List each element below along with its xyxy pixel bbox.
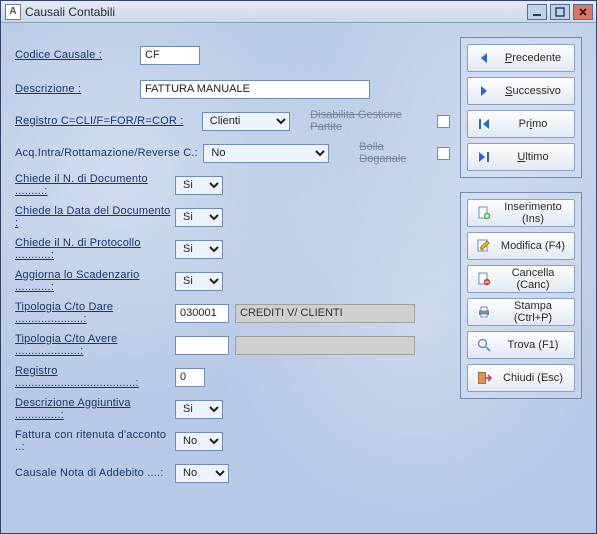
ultimo-label: Ultimo: [500, 151, 566, 163]
combo-acq-intra[interactable]: No: [203, 144, 329, 163]
modifica-button[interactable]: Modifica (F4): [467, 232, 575, 260]
checkbox-bolla-doganale[interactable]: [437, 147, 450, 160]
input-codice-causale[interactable]: [140, 46, 200, 65]
maximize-button[interactable]: [550, 4, 570, 20]
row-codice-causale: Codice Causale :: [15, 37, 450, 73]
search-icon: [476, 337, 492, 353]
precedente-label: Precedente: [500, 52, 566, 64]
minimize-button[interactable]: [527, 4, 547, 20]
successivo-label: Successivo: [500, 85, 566, 97]
label-chiede-data[interactable]: Chiede la Data del Documento :: [15, 205, 175, 229]
new-doc-icon: [476, 205, 492, 221]
cancella-label: Cancella (Canc): [500, 267, 566, 291]
row-aggiorna-scad: Aggiorna lo Scadenzario ...........: Si: [15, 265, 450, 297]
row-acq-intra: Acq.Intra/Rottamazione/Reverse C.: No Bo…: [15, 137, 450, 169]
combo-registro-tipo[interactable]: Clienti: [202, 112, 290, 131]
window: A Causali Contabili Codice Causale : Des…: [0, 0, 597, 534]
inserimento-label: Inserimento (Ins): [500, 201, 566, 225]
label-disabilita-gestione: Disabilita Gestione Partite: [310, 109, 431, 133]
modifica-label: Modifica (F4): [500, 240, 566, 252]
delete-icon: [476, 271, 492, 287]
label-causale-nota: Causale Nota di Addebito ....:: [15, 467, 175, 479]
action-group: Inserimento (Ins) Modifica (F4) Cancella…: [460, 192, 582, 399]
row-registro-tipo: Registro C=CLI/F=FOR/R=COR : Clienti Dis…: [15, 105, 450, 137]
triangle-left-icon: [476, 50, 492, 66]
row-tip-dare: Tipologia C/to Dare ....................…: [15, 297, 450, 329]
label-descr-agg[interactable]: Descrizione Aggiuntiva ..............:: [15, 397, 175, 421]
label-tip-avere[interactable]: Tipologia C/to Avere ...................…: [15, 333, 175, 357]
combo-aggiorna-scad[interactable]: Si: [175, 272, 223, 291]
input-tip-avere[interactable]: [175, 336, 229, 355]
combo-fatt-ritenuta[interactable]: No: [175, 432, 223, 451]
row-chiede-nprot: Chiede il N. di Protocollo ...........: …: [15, 233, 450, 265]
label-registro-tipo[interactable]: Registro C=CLI/F=FOR/R=COR :: [15, 115, 202, 127]
titlebar: A Causali Contabili: [1, 1, 596, 23]
triangle-right-icon: [476, 83, 492, 99]
last-icon: [476, 149, 492, 165]
edit-icon: [476, 238, 492, 254]
minimize-icon: [532, 7, 542, 17]
trova-label: Trova (F1): [500, 339, 566, 351]
readout-tip-dare: CREDITI V/ CLIENTI: [235, 304, 415, 323]
label-tip-dare[interactable]: Tipologia C/to Dare ....................…: [15, 301, 175, 325]
window-title: Causali Contabili: [25, 5, 524, 19]
label-descrizione[interactable]: Descrizione :: [15, 83, 140, 95]
label-chiede-nprot[interactable]: Chiede il N. di Protocollo ...........:: [15, 237, 175, 261]
stampa-label: Stampa (Ctrl+P): [500, 300, 566, 324]
inserimento-button[interactable]: Inserimento (Ins): [467, 199, 575, 227]
label-aggiorna-scad[interactable]: Aggiorna lo Scadenzario ...........:: [15, 269, 175, 293]
stampa-button[interactable]: Stampa (Ctrl+P): [467, 298, 575, 326]
primo-label: Primo: [500, 118, 566, 130]
combo-descr-agg[interactable]: Si: [175, 400, 223, 419]
row-fatt-ritenuta: Fattura con ritenuta d'acconto ..: No: [15, 425, 450, 457]
row-descrizione: Descrizione :: [15, 73, 450, 105]
combo-causale-nota[interactable]: No: [175, 464, 229, 483]
row-registro: Registro ...............................…: [15, 361, 450, 393]
checkbox-disabilita-gestione[interactable]: [437, 115, 450, 128]
precedente-button[interactable]: Precedente: [467, 44, 575, 72]
close-icon: [578, 7, 588, 17]
row-tip-avere: Tipologia C/to Avere ...................…: [15, 329, 450, 361]
print-icon: [476, 304, 492, 320]
row-chiede-ndoc: Chiede il N. di Documento .........: Si: [15, 169, 450, 201]
trova-button[interactable]: Trova (F1): [467, 331, 575, 359]
close-button[interactable]: [573, 4, 593, 20]
form-area: Codice Causale : Descrizione : Registro …: [15, 37, 450, 519]
combo-chiede-data[interactable]: Si: [175, 208, 223, 227]
maximize-icon: [555, 7, 565, 17]
row-descr-agg: Descrizione Aggiuntiva ..............: S…: [15, 393, 450, 425]
label-acq-intra: Acq.Intra/Rottamazione/Reverse C.:: [15, 147, 203, 159]
cancella-button[interactable]: Cancella (Canc): [467, 265, 575, 293]
combo-chiede-ndoc[interactable]: Si: [175, 176, 223, 195]
exit-icon: [476, 370, 492, 386]
label-chiede-ndoc[interactable]: Chiede il N. di Documento .........:: [15, 173, 175, 197]
primo-button[interactable]: Primo: [467, 110, 575, 138]
input-tip-dare[interactable]: [175, 304, 229, 323]
row-causale-nota: Causale Nota di Addebito ....: No: [15, 457, 450, 489]
combo-chiede-nprot[interactable]: Si: [175, 240, 223, 259]
label-bolla-doganale: Bolla Doganale: [359, 141, 431, 165]
first-icon: [476, 116, 492, 132]
client-area: Codice Causale : Descrizione : Registro …: [1, 23, 596, 533]
sidebar: Precedente Successivo Primo Ultimo: [460, 37, 582, 519]
input-registro[interactable]: [175, 368, 205, 387]
chiudi-button[interactable]: Chiudi (Esc): [467, 364, 575, 392]
label-fatt-ritenuta: Fattura con ritenuta d'acconto ..:: [15, 429, 175, 453]
ultimo-button[interactable]: Ultimo: [467, 143, 575, 171]
label-codice-causale[interactable]: Codice Causale :: [15, 49, 140, 61]
nav-group: Precedente Successivo Primo Ultimo: [460, 37, 582, 178]
readout-tip-avere: [235, 336, 415, 355]
input-descrizione[interactable]: [140, 80, 370, 99]
successivo-button[interactable]: Successivo: [467, 77, 575, 105]
row-chiede-data: Chiede la Data del Documento : Si: [15, 201, 450, 233]
chiudi-label: Chiudi (Esc): [500, 372, 566, 384]
label-registro[interactable]: Registro ...............................…: [15, 365, 175, 389]
app-icon: A: [5, 4, 21, 20]
